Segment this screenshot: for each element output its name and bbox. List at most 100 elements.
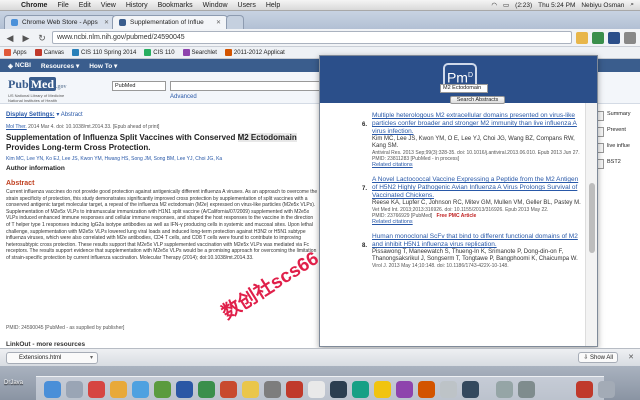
dock-app-icon[interactable]: [462, 381, 479, 398]
downloads-shelf: Extensions.html ▾ ⇩ Show All ✕: [0, 348, 640, 366]
free-pmc-link[interactable]: Free PMC Article: [437, 213, 477, 219]
word-icon[interactable]: [176, 381, 193, 398]
bookmark-applications[interactable]: 2011-2012 Applicat: [224, 49, 285, 56]
address-bar[interactable]: www.ncbi.nlm.nih.gov/pubmed/24590045: [52, 31, 572, 44]
show-all-button[interactable]: ⇩ Show All: [578, 352, 618, 363]
pubmed-logo[interactable]: Pub Med .gov: [8, 77, 67, 92]
linkout-toggle[interactable]: LinkOut - more resources: [6, 341, 318, 348]
sidebar-item[interactable]: Summary: [596, 111, 640, 121]
safari-icon[interactable]: [132, 381, 149, 398]
documents-stack-icon[interactable]: [518, 381, 535, 398]
resources-menu[interactable]: Resources ▾: [41, 62, 79, 70]
battery-icon[interactable]: ▭: [503, 1, 509, 9]
result-item: 6. Multiple heterologous M2 extracellula…: [320, 112, 582, 168]
menu-history[interactable]: History: [121, 2, 153, 9]
popup-scrollbar[interactable]: [585, 103, 597, 346]
java-icon[interactable]: [418, 381, 435, 398]
bookmark-searchlet[interactable]: Searchlet: [182, 49, 217, 56]
bookmark-cis110[interactable]: CIS 110: [144, 49, 175, 56]
menu-users[interactable]: Users: [233, 2, 261, 9]
pubmed-extension-icon[interactable]: [608, 31, 620, 44]
result-title-link[interactable]: Multiple heterologous M2 extracellular d…: [372, 112, 582, 136]
abstract-text: Current influenza vaccines do not provid…: [6, 189, 318, 261]
powerpoint-icon[interactable]: [220, 381, 237, 398]
menu-edit[interactable]: Edit: [74, 2, 96, 9]
result-title-link[interactable]: A Novel Lactococcal Vaccine Expressing a…: [372, 176, 582, 200]
extension-popup: PmD M2 Ectodomain Search Abstracts 6. Mu…: [319, 55, 598, 347]
dock-app-icon[interactable]: [308, 381, 325, 398]
java-icon[interactable]: [576, 381, 593, 398]
related-citations-link[interactable]: Related citations: [372, 162, 582, 168]
sidebar-item[interactable]: BST2: [596, 159, 640, 169]
chevron-down-icon[interactable]: ▾: [90, 353, 93, 363]
dock-app-icon[interactable]: [242, 381, 259, 398]
dock-app-icon[interactable]: [330, 381, 347, 398]
close-icon[interactable]: ✕: [628, 353, 634, 361]
menu-file[interactable]: File: [52, 2, 73, 9]
java-icon[interactable]: [286, 381, 303, 398]
finder-icon[interactable]: [44, 381, 61, 398]
tab-pubmed-article[interactable]: Supplementation of Influe ✕: [112, 15, 228, 29]
result-title-link[interactable]: Human monoclonal ScFv that bind to diffe…: [372, 233, 582, 249]
trash-icon[interactable]: [598, 381, 615, 398]
sidebar-item[interactable]: live influe: [596, 143, 640, 153]
bookmark-canvas[interactable]: Canvas: [34, 49, 64, 56]
howto-menu[interactable]: How To ▾: [89, 62, 117, 70]
bookmark-cis110-spring[interactable]: CIS 110 Spring 2014: [72, 49, 136, 56]
extension-icon[interactable]: [592, 31, 604, 44]
dock-app-icon[interactable]: [440, 381, 457, 398]
close-tab-icon[interactable]: ✕: [104, 19, 109, 26]
database-select[interactable]: PubMed: [112, 81, 166, 91]
star-icon[interactable]: [576, 31, 588, 44]
launchpad-icon[interactable]: [66, 381, 83, 398]
chrome-icon[interactable]: [374, 381, 391, 398]
tab-chrome-web-store[interactable]: Chrome Web Store - Apps ✕: [4, 15, 116, 29]
chrome-store-icon: [11, 19, 18, 26]
advanced-link[interactable]: Advanced: [170, 94, 197, 100]
browser-toolbar: ◀ ▶ ↻ www.ncbi.nlm.nih.gov/pubmed/245900…: [0, 29, 640, 47]
ncbi-favicon-icon: [119, 19, 126, 26]
sidebar-item[interactable]: Prevent: [596, 127, 640, 137]
back-icon[interactable]: ◀: [4, 32, 16, 44]
battery-time[interactable]: (2:23): [515, 2, 532, 9]
clock[interactable]: Thu 5:24 PM: [538, 2, 575, 9]
author-information-toggle[interactable]: Author information: [6, 165, 318, 172]
dock-app-icon[interactable]: [264, 381, 281, 398]
menu-app[interactable]: Chrome: [16, 2, 52, 9]
result-authors: Reese KA, Lupfer C, Johnson RC, Mitev GM…: [372, 200, 581, 206]
desktop-item-label[interactable]: DrJava: [4, 380, 23, 386]
new-tab-button[interactable]: [226, 15, 244, 29]
bookmark-icon: [182, 49, 190, 56]
related-sidebar: Summary Prevent live influe BST2: [596, 111, 640, 175]
download-item[interactable]: Extensions.html ▾: [6, 352, 98, 364]
dock-app-icon[interactable]: [110, 381, 127, 398]
display-settings[interactable]: Display Settings: ▾ Abstract: [6, 111, 318, 118]
forward-icon[interactable]: ▶: [20, 32, 32, 44]
menu-bookmarks[interactable]: Bookmarks: [153, 2, 198, 9]
dock-app-icon[interactable]: [88, 381, 105, 398]
popup-query-input[interactable]: M2 Ectodomain: [440, 84, 488, 93]
scrollbar-thumb[interactable]: [589, 183, 595, 253]
bookmark-apps[interactable]: Apps: [4, 49, 27, 56]
author-list[interactable]: Kim MC, Lee YN, Ko EJ, Lee JS, Kwon YM, …: [6, 156, 318, 162]
spotlight-icon[interactable]: ⌕: [630, 1, 634, 9]
pubmed-search-input[interactable]: [170, 81, 320, 91]
dock-app-icon[interactable]: [352, 381, 369, 398]
search-abstracts-button[interactable]: Search Abstracts: [450, 96, 505, 104]
ncbi-logo[interactable]: ◈ NCBI: [8, 62, 31, 70]
reload-icon[interactable]: ↻: [36, 32, 48, 44]
wifi-icon[interactable]: ◠: [491, 1, 497, 9]
menu-view[interactable]: View: [96, 2, 121, 9]
downloads-stack-icon[interactable]: [496, 381, 513, 398]
related-citations-link[interactable]: Related citations: [372, 219, 582, 225]
close-tab-icon[interactable]: ✕: [216, 19, 221, 26]
dock-app-icon[interactable]: [396, 381, 413, 398]
excel-icon[interactable]: [198, 381, 215, 398]
menu-icon[interactable]: [624, 31, 636, 44]
menu-window[interactable]: Window: [198, 2, 233, 9]
menu-help[interactable]: Help: [261, 2, 285, 9]
article: Display Settings: ▾ Abstract Mol Ther. 2…: [6, 111, 318, 348]
user-name[interactable]: Nebiyu Osman: [581, 2, 624, 9]
journal-link[interactable]: Mol Ther.: [6, 124, 27, 130]
dock-app-icon[interactable]: [154, 381, 171, 398]
